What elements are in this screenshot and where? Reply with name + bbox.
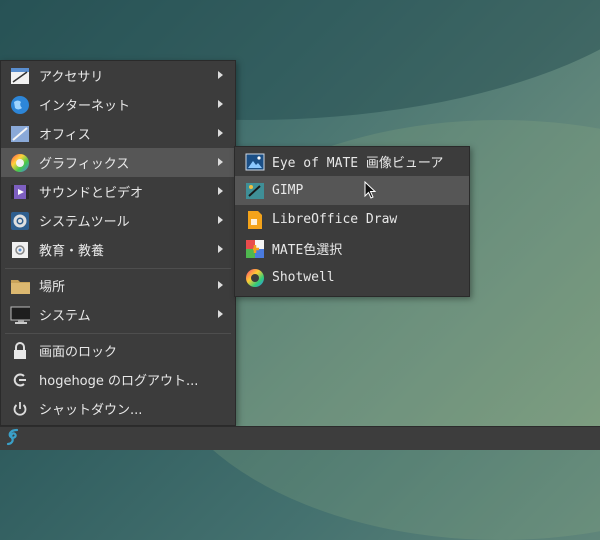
menu-item-label: 場所 bbox=[39, 280, 66, 295]
submenu-item-label: Shotwell bbox=[272, 270, 335, 285]
accessories-icon bbox=[10, 66, 30, 86]
submenu-item-shotwell[interactable]: Shotwell bbox=[235, 263, 469, 292]
internet-globe-icon bbox=[10, 95, 30, 115]
submenu-item-mate-color-picker[interactable]: MATE色選択 bbox=[235, 234, 469, 263]
submenu-arrow-icon bbox=[218, 281, 223, 289]
submenu-arrow-icon bbox=[218, 100, 223, 108]
menu-item-accessories[interactable]: アクセサリ bbox=[1, 61, 235, 90]
menu-item-lock-screen[interactable]: 画面のロック bbox=[1, 336, 235, 365]
office-icon bbox=[10, 124, 30, 144]
main-menu-button[interactable] bbox=[0, 427, 26, 451]
menu-item-places[interactable]: 場所 bbox=[1, 271, 235, 300]
menu-item-label: 画面のロック bbox=[39, 345, 118, 360]
submenu-arrow-icon bbox=[218, 187, 223, 195]
menu-item-shutdown[interactable]: シャットダウン... bbox=[1, 394, 235, 423]
menu-item-system-tools[interactable]: システムツール bbox=[1, 206, 235, 235]
menu-item-label: オフィス bbox=[39, 128, 91, 143]
libreoffice-draw-icon bbox=[245, 210, 265, 230]
logout-icon bbox=[10, 370, 30, 390]
submenu-item-gimp[interactable]: GIMP bbox=[235, 176, 469, 205]
submenu-arrow-icon bbox=[218, 245, 223, 253]
menu-item-label: サウンドとビデオ bbox=[39, 186, 144, 201]
graphics-submenu: Eye of MATE 画像ビューア GIMP LibreOffice Draw… bbox=[234, 146, 470, 297]
submenu-item-label: LibreOffice Draw bbox=[272, 212, 398, 227]
menu-item-label: グラフィックス bbox=[39, 157, 130, 172]
menu-item-label: 教育・教養 bbox=[39, 244, 105, 259]
menu-item-logout[interactable]: hogehoge のログアウト... bbox=[1, 365, 235, 394]
menu-item-education[interactable]: 教育・教養 bbox=[1, 235, 235, 264]
places-folder-icon bbox=[10, 276, 30, 296]
image-viewer-icon bbox=[245, 152, 265, 172]
menu-item-label: hogehoge のログアウト... bbox=[39, 374, 199, 389]
color-picker-icon bbox=[245, 239, 265, 259]
menu-separator bbox=[5, 268, 231, 269]
submenu-item-libreoffice-draw[interactable]: LibreOffice Draw bbox=[235, 205, 469, 234]
submenu-arrow-icon bbox=[218, 310, 223, 318]
education-icon bbox=[10, 240, 30, 260]
submenu-item-label: Eye of MATE 画像ビューア bbox=[272, 156, 444, 171]
menu-item-graphics[interactable]: グラフィックス bbox=[1, 148, 235, 177]
submenu-arrow-icon bbox=[218, 129, 223, 137]
system-tools-icon bbox=[10, 211, 30, 231]
shotwell-icon bbox=[245, 268, 265, 288]
menu-item-label: シャットダウン... bbox=[39, 403, 143, 418]
lock-icon bbox=[10, 341, 30, 361]
menu-item-label: システムツール bbox=[39, 215, 130, 230]
power-icon bbox=[10, 399, 30, 419]
submenu-arrow-icon bbox=[218, 158, 223, 166]
menu-item-label: インターネット bbox=[39, 99, 131, 114]
submenu-item-label: GIMP bbox=[272, 183, 304, 198]
mate-logo-icon bbox=[5, 427, 21, 451]
graphics-icon bbox=[10, 153, 30, 173]
menu-item-system[interactable]: システム bbox=[1, 300, 235, 329]
menu-item-label: システム bbox=[39, 309, 91, 324]
menu-item-internet[interactable]: インターネット bbox=[1, 90, 235, 119]
main-menu: アクセサリ インターネット オフィス グラフィックス サウンドとビデオ システム… bbox=[0, 60, 236, 426]
sound-video-icon bbox=[10, 182, 30, 202]
bottom-panel bbox=[0, 426, 600, 450]
submenu-item-label: MATE色選択 bbox=[272, 243, 343, 258]
gimp-icon bbox=[245, 181, 265, 201]
menu-item-sound-video[interactable]: サウンドとビデオ bbox=[1, 177, 235, 206]
system-monitor-icon bbox=[10, 305, 30, 325]
submenu-arrow-icon bbox=[218, 71, 223, 79]
submenu-arrow-icon bbox=[218, 216, 223, 224]
submenu-item-eye-of-mate[interactable]: Eye of MATE 画像ビューア bbox=[235, 147, 469, 176]
menu-separator bbox=[5, 333, 231, 334]
mouse-cursor-icon bbox=[364, 180, 378, 205]
menu-item-label: アクセサリ bbox=[39, 70, 104, 85]
menu-item-office[interactable]: オフィス bbox=[1, 119, 235, 148]
